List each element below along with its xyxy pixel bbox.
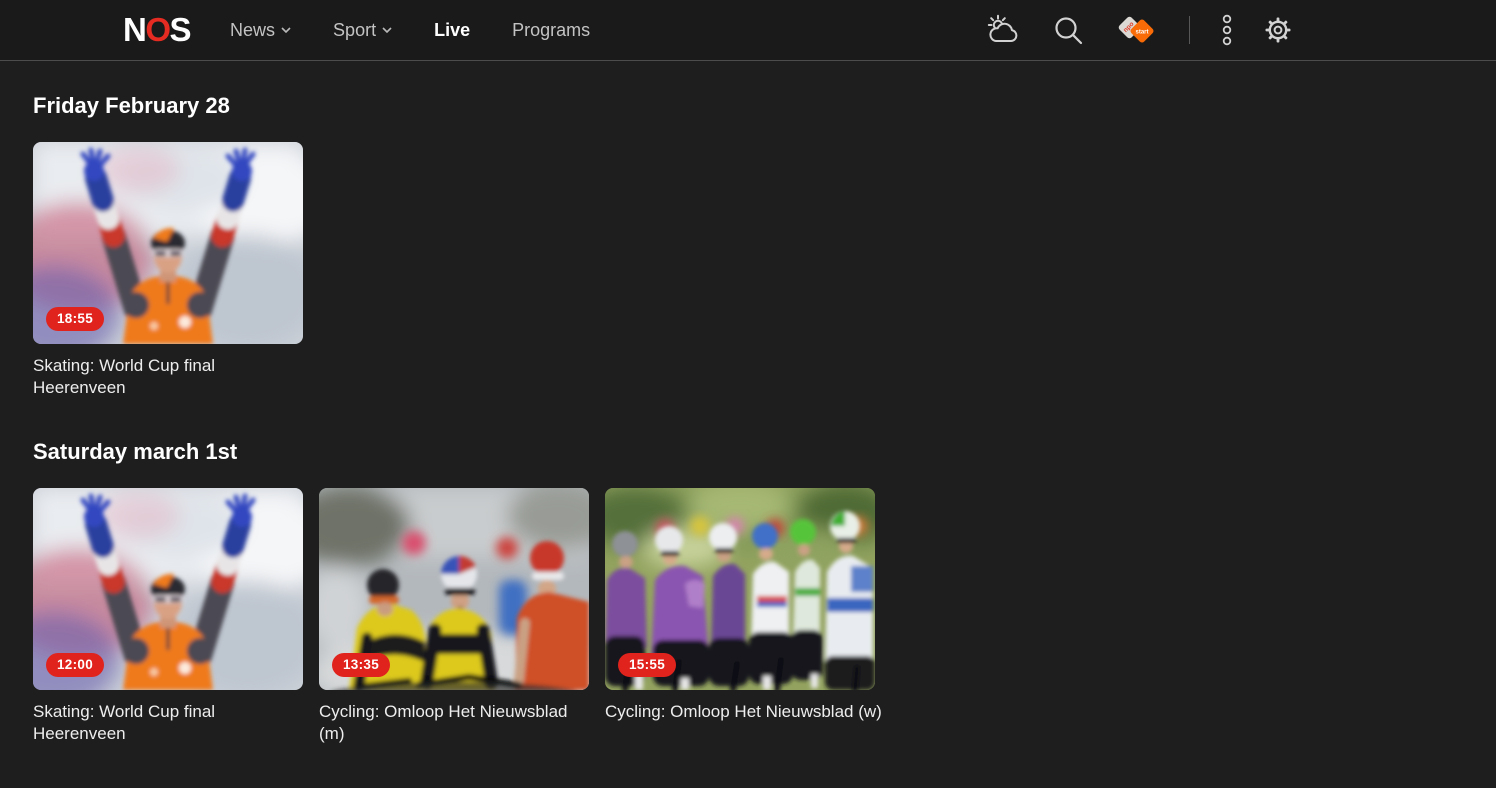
nav-sport[interactable]: Sport <box>333 20 392 41</box>
broadcast-thumbnail: 12:00 <box>33 488 303 690</box>
kebab-menu-icon[interactable] <box>1220 13 1234 47</box>
header-icons: npo start <box>987 12 1292 48</box>
time-badge: 13:35 <box>332 653 390 677</box>
time-badge: 15:55 <box>618 653 676 677</box>
nos-logo[interactable]: NOS <box>123 0 190 60</box>
nav-programs-label: Programs <box>512 20 590 41</box>
section-heading-friday: Friday February 28 <box>33 61 1496 117</box>
settings-icon[interactable] <box>1264 16 1292 44</box>
live-schedule: Friday February 28 18:55 Skating: World … <box>0 61 1496 745</box>
start-logo-text: start <box>1135 30 1148 36</box>
section-heading-saturday: Saturday march 1st <box>33 399 1496 463</box>
card-row: 12:00 Skating: World Cup final Heerenvee… <box>33 488 1496 745</box>
broadcast-card-cycling-women[interactable]: 15:55 Cycling: Omloop Het Nieuwsblad (w) <box>605 488 875 745</box>
nos-logo-letter: S <box>170 11 191 48</box>
weather-icon[interactable] <box>987 14 1023 46</box>
broadcast-title: Cycling: Omloop Het Nieuwsblad (m) <box>319 701 589 745</box>
chevron-down-icon <box>281 27 291 33</box>
search-icon[interactable] <box>1053 15 1083 45</box>
npo-start-logo[interactable]: npo start <box>1113 12 1159 48</box>
broadcast-title: Cycling: Omloop Het Nieuwsblad (w) <box>605 701 875 723</box>
broadcast-thumbnail: 18:55 <box>33 142 303 344</box>
nav-news[interactable]: News <box>230 20 291 41</box>
broadcast-thumbnail: 13:35 <box>319 488 589 690</box>
time-badge: 12:00 <box>46 653 104 677</box>
nav-live[interactable]: Live <box>434 20 470 41</box>
broadcast-thumbnail: 15:55 <box>605 488 875 690</box>
nav-sport-label: Sport <box>333 20 376 41</box>
nav-news-label: News <box>230 20 275 41</box>
broadcast-card-cycling-men[interactable]: 13:35 Cycling: Omloop Het Nieuwsblad (m) <box>319 488 589 745</box>
card-row: 18:55 Skating: World Cup final Heerenvee… <box>33 142 1496 399</box>
broadcast-card-skating-friday[interactable]: 18:55 Skating: World Cup final Heerenvee… <box>33 142 303 399</box>
broadcast-card-skating-saturday[interactable]: 12:00 Skating: World Cup final Heerenvee… <box>33 488 303 745</box>
nos-logo-letter: O <box>145 11 169 48</box>
time-badge: 18:55 <box>46 307 104 331</box>
nos-live-page: NOS News Sport Live Programs <box>0 0 1496 788</box>
nav-live-label: Live <box>434 20 470 41</box>
broadcast-title: Skating: World Cup final Heerenveen <box>33 701 303 745</box>
top-navigation-bar: NOS News Sport Live Programs <box>0 0 1496 61</box>
chevron-down-icon <box>382 27 392 33</box>
broadcast-title: Skating: World Cup final Heerenveen <box>33 355 303 399</box>
header-divider <box>1189 16 1190 44</box>
nos-logo-letter: N <box>123 11 145 48</box>
nav-programs[interactable]: Programs <box>512 20 590 41</box>
main-nav: News Sport Live Programs <box>230 20 590 41</box>
